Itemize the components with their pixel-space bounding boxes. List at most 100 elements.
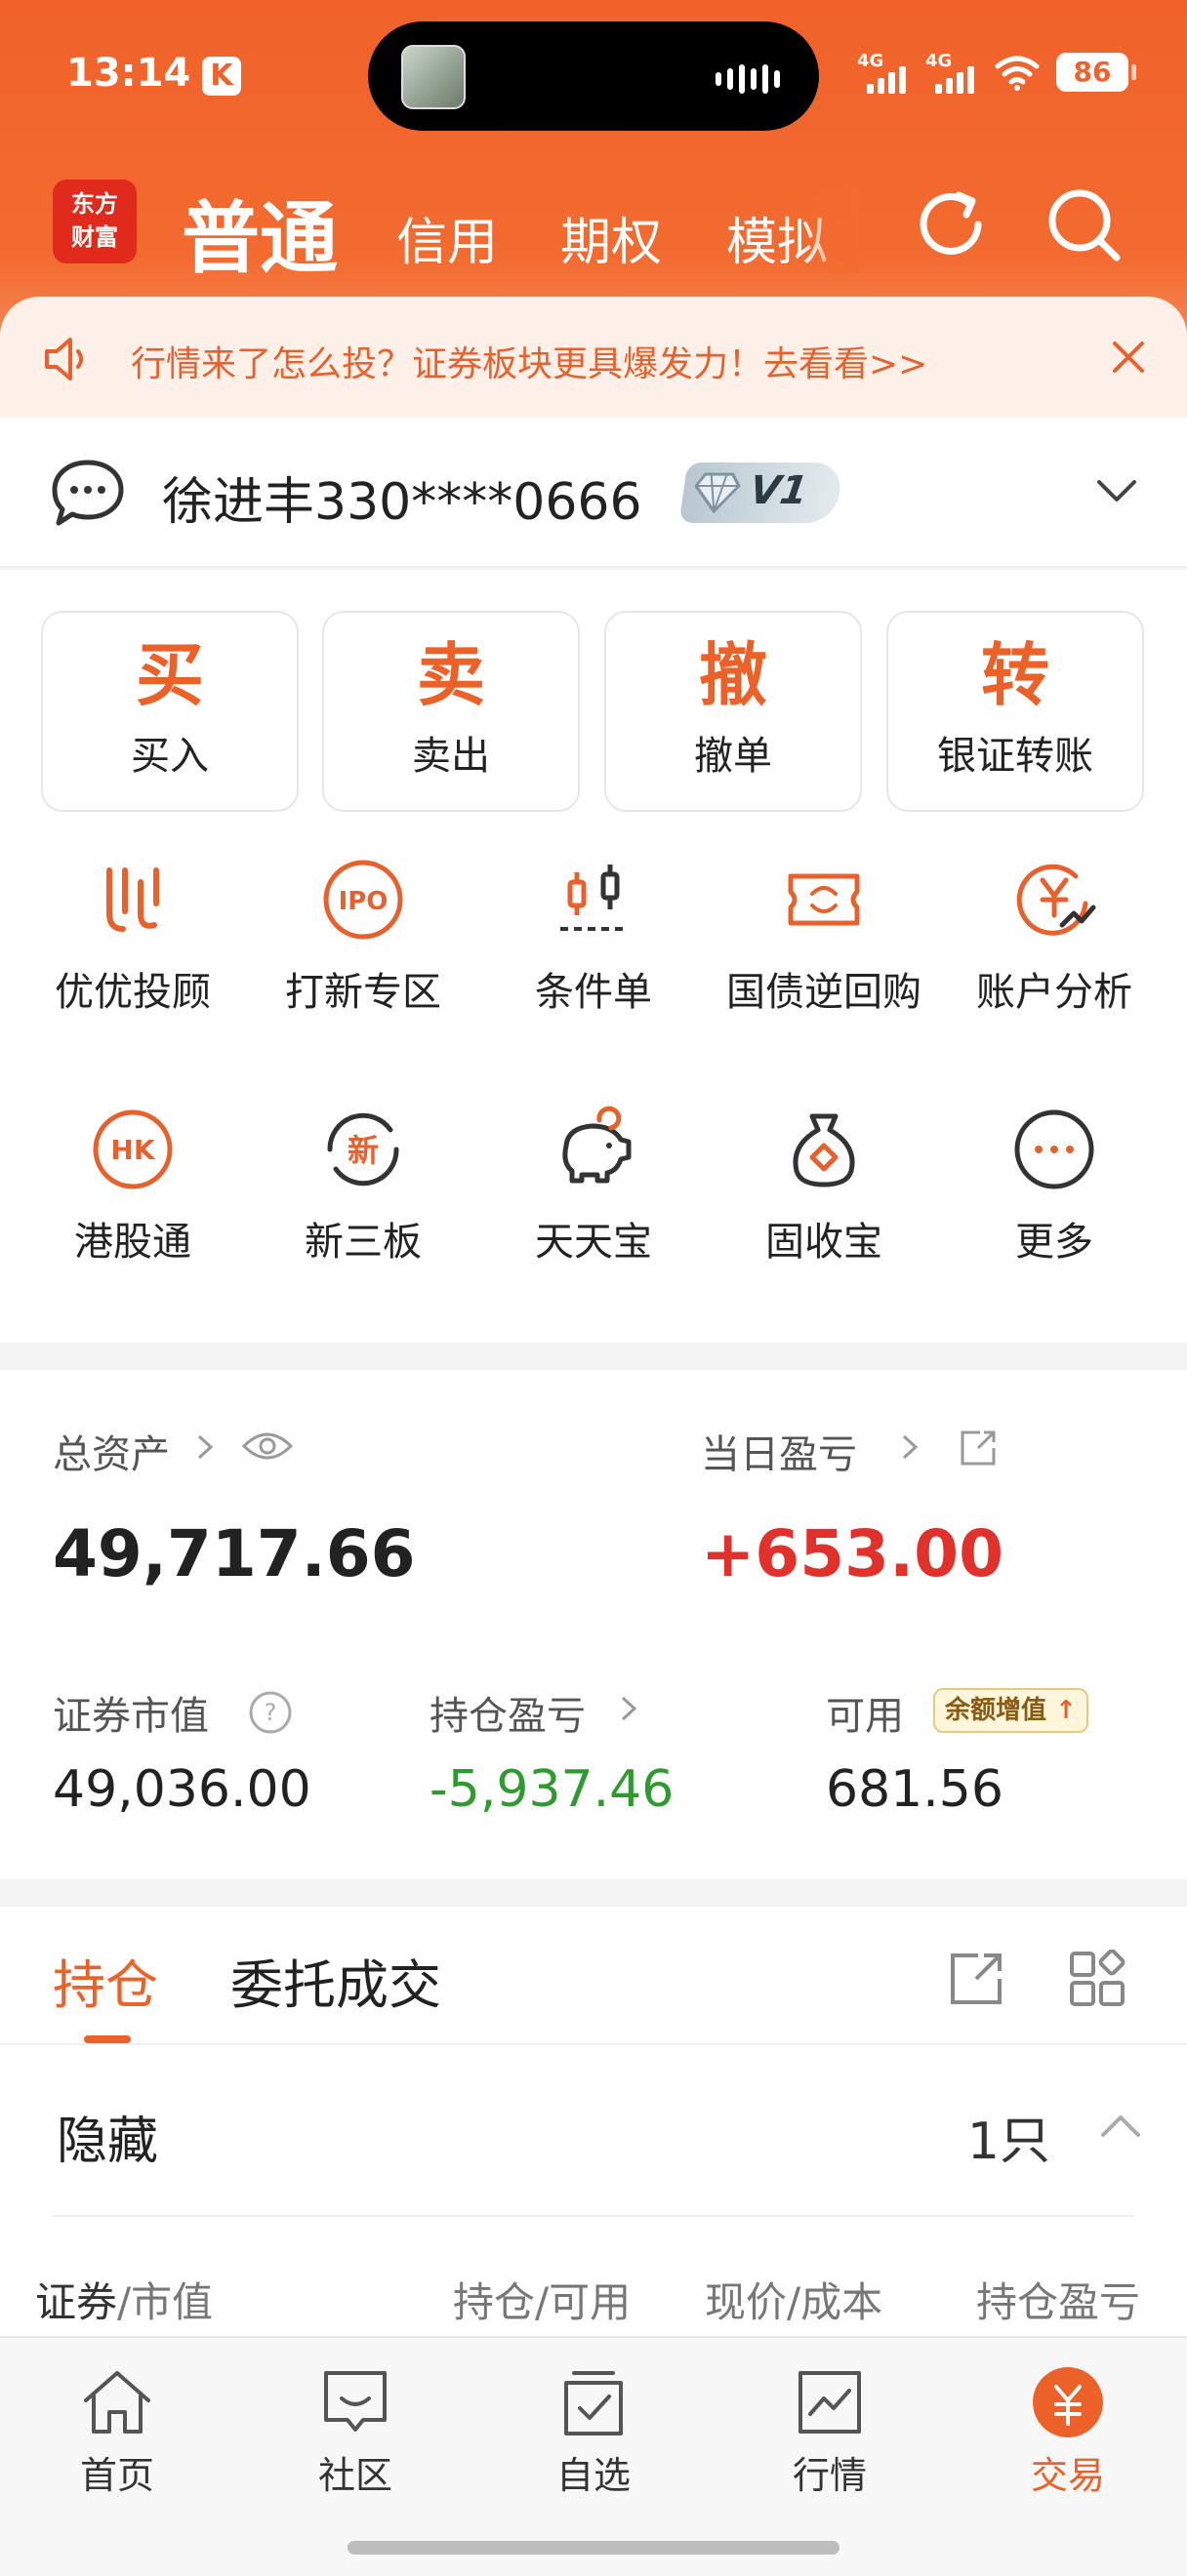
hidden-group-label[interactable]: 隐藏: [57, 2100, 158, 2173]
service-label: 国债逆回购: [726, 970, 921, 1015]
service-uu-advisor[interactable]: 优优投顾: [18, 853, 248, 1048]
cancel-glyph: 撤: [699, 635, 767, 715]
yen-chart-icon: [1016, 864, 1096, 936]
dynamic-island[interactable]: [368, 21, 819, 131]
vip-badge[interactable]: V1: [678, 463, 844, 523]
share-external-icon[interactable]: [957, 1427, 1000, 1469]
column-header-security[interactable]: 证券/市值: [35, 2270, 213, 2329]
share-external-icon[interactable]: [947, 1950, 1005, 2008]
service-ipo[interactable]: IPO 打新专区: [248, 853, 478, 1048]
column-header-price[interactable]: 现价/成本: [705, 2270, 882, 2329]
tab-positions[interactable]: 持仓: [53, 1942, 158, 2019]
service-label: 新三板: [305, 1220, 422, 1265]
holding-count: 1只: [966, 2113, 1050, 2171]
daily-pnl-label[interactable]: 当日盈亏: [701, 1423, 857, 1479]
money-bag-icon: [793, 1113, 855, 1187]
daily-pnl-value: +653.00: [701, 1516, 1003, 1591]
hk-icon: HK: [93, 1109, 173, 1189]
chevron-right-icon[interactable]: [900, 1432, 920, 1462]
chevron-down-icon[interactable]: [1095, 476, 1138, 505]
status-indicators: 4G 4G 86: [857, 51, 1136, 94]
column-header-position[interactable]: 持仓/可用: [453, 2270, 631, 2329]
status-bar: 13:14 K 4G 4G 86: [0, 0, 1187, 156]
piggy-bank-icon: [562, 1106, 632, 1184]
tab-options[interactable]: 期权: [560, 201, 662, 274]
service-reverse-repo[interactable]: 国债逆回购: [709, 853, 939, 1048]
balance-boost-badge[interactable]: 余额增值 ↑: [933, 1688, 1088, 1733]
account-number: 330****0666: [314, 473, 642, 532]
app-logo[interactable]: 东方 财富: [53, 180, 137, 263]
svg-text:HK: HK: [110, 1134, 155, 1166]
tab-fade: [800, 185, 859, 273]
svg-text:IPO: IPO: [339, 887, 389, 916]
active-tab-indicator: [84, 2035, 131, 2043]
market-value-label: 证券市值: [53, 1694, 209, 1739]
uu-advisor-icon: [106, 867, 159, 932]
help-icon[interactable]: ?: [248, 1690, 293, 1735]
nav-label: 社区: [317, 2454, 392, 2497]
svg-text:新: 新: [348, 1132, 379, 1169]
tab-orders-trades[interactable]: 委托成交: [230, 1942, 441, 2019]
eye-icon[interactable]: [240, 1429, 295, 1464]
nav-watchlist[interactable]: 自选: [506, 2365, 681, 2499]
app-notification-badge: K: [202, 57, 241, 96]
chevron-right-icon[interactable]: [195, 1432, 215, 1462]
sell-button[interactable]: 卖 卖出: [322, 611, 580, 812]
nav-label: 自选: [555, 2454, 631, 2497]
position-pnl-value: -5,937.46: [430, 1760, 675, 1819]
home-icon: [84, 2371, 150, 2434]
buy-button[interactable]: 买 买入: [41, 611, 299, 812]
vip-level: V1: [747, 468, 811, 513]
nav-label: 首页: [79, 2454, 154, 2497]
service-new-third-board[interactable]: 新 新三板: [248, 1103, 478, 1298]
tab-normal[interactable]: 普通: [182, 176, 338, 289]
home-indicator[interactable]: [348, 2541, 839, 2555]
refresh-icon[interactable]: [910, 183, 992, 265]
new-board-icon: 新: [327, 1112, 399, 1187]
service-label: 账户分析: [976, 970, 1132, 1015]
notice-banner[interactable]: 行情来了怎么投？证券板块更具爆发力！去看看>>: [0, 297, 1187, 418]
watchlist-icon: [564, 2371, 623, 2435]
service-hk-connect[interactable]: HK 港股通: [18, 1103, 248, 1298]
cell-signal-icon: 4G: [857, 51, 910, 94]
position-pnl-label[interactable]: 持仓盈亏: [430, 1684, 586, 1741]
nav-label: 行情: [792, 2454, 867, 2497]
bank-transfer-button[interactable]: 转 银证转账: [886, 611, 1144, 812]
holdings-section: 持仓 委托成交 隐藏 1只 证券/市值 持仓/可用 现价/成本 持仓盈亏: [0, 1907, 1187, 2336]
grid-view-icon[interactable]: [1068, 1950, 1126, 2008]
total-assets-label[interactable]: 总资产: [53, 1423, 170, 1479]
service-label: 更多: [1015, 1220, 1093, 1265]
available-value: 681.56: [826, 1760, 1003, 1819]
search-icon[interactable]: [1043, 183, 1125, 265]
chat-bubble-icon[interactable]: [49, 457, 127, 531]
service-fixed-income[interactable]: 固收宝: [709, 1103, 939, 1298]
service-more[interactable]: 更多: [939, 1103, 1169, 1298]
nav-trade[interactable]: 交易: [980, 2365, 1156, 2499]
tab-credit[interactable]: 信用: [396, 201, 498, 274]
cancel-order-button[interactable]: 撤 撤单: [604, 611, 862, 812]
notice-text[interactable]: 行情来了怎么投？证券板块更具爆发力！去看看>>: [131, 336, 927, 386]
service-account-analysis[interactable]: 账户分析: [939, 853, 1169, 1048]
clock: 13:14: [66, 51, 191, 96]
nav-market[interactable]: 行情: [742, 2365, 918, 2499]
account-selector[interactable]: 徐进丰330****0666 V1: [0, 418, 1187, 568]
nav-community[interactable]: 社区: [267, 2365, 443, 2499]
more-icon: [1014, 1109, 1094, 1189]
nav-home[interactable]: 首页: [29, 2365, 205, 2499]
service-label: 天天宝: [535, 1220, 652, 1265]
column-header-pnl[interactable]: 持仓盈亏: [976, 2270, 1187, 2329]
trade-icon: [1033, 2367, 1103, 2437]
service-tiantianbao[interactable]: 天天宝: [478, 1103, 709, 1298]
close-icon[interactable]: [1109, 338, 1148, 377]
market-value-value: 49,036.00: [53, 1760, 311, 1819]
chevron-right-icon[interactable]: [619, 1694, 638, 1723]
sell-label: 卖出: [412, 734, 490, 779]
service-conditional-order[interactable]: 条件单: [478, 853, 709, 1048]
diamond-icon: [694, 472, 741, 513]
total-assets-value: 49,717.66: [53, 1516, 416, 1591]
chevron-up-icon[interactable]: [1099, 2112, 1142, 2141]
available-label: 可用: [826, 1694, 904, 1739]
column-header-security-primary: 证券: [35, 2278, 118, 2326]
transfer-label: 银证转账: [937, 734, 1093, 779]
transfer-glyph: 转: [981, 635, 1049, 715]
